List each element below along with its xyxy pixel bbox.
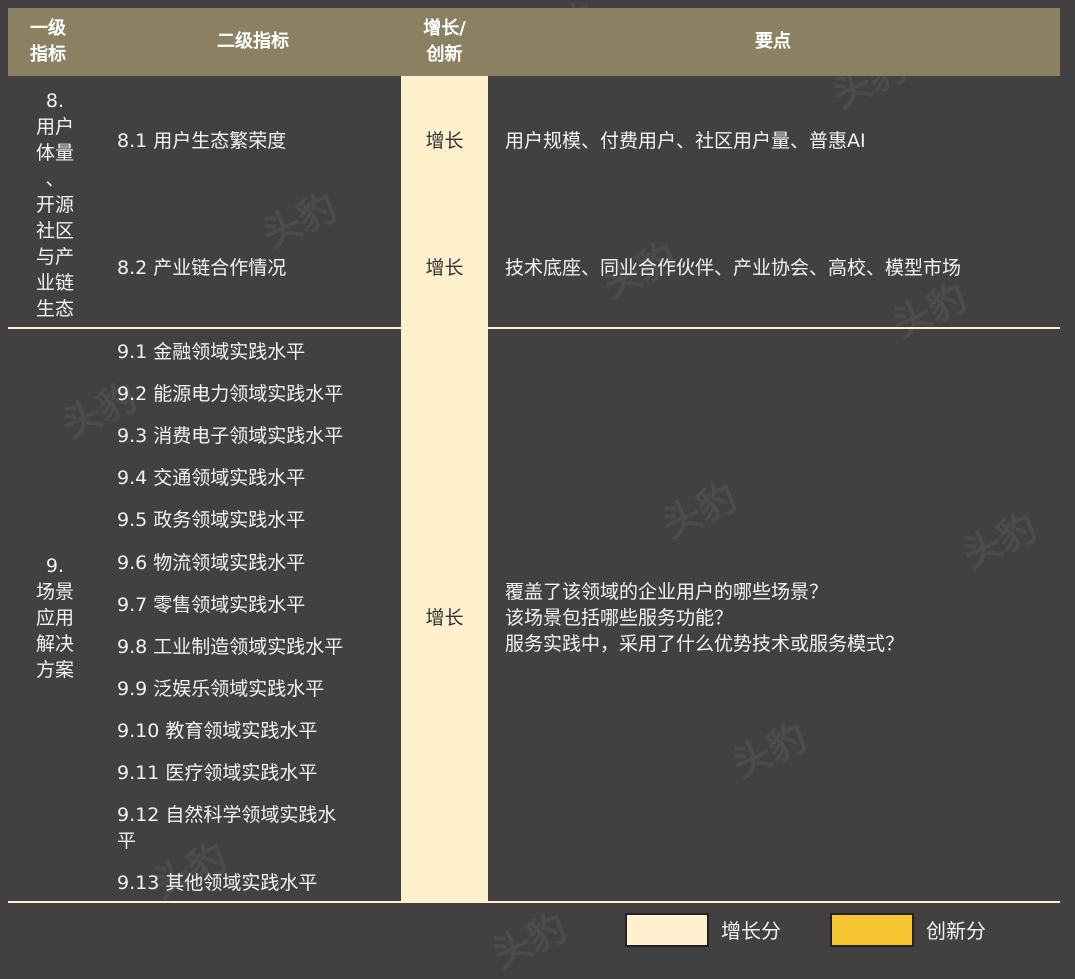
watermark-logo: 头豹 xyxy=(725,714,814,787)
type-label: 增长 xyxy=(425,607,464,629)
section-divider xyxy=(8,327,1060,329)
watermark-logo: 头豹 xyxy=(255,184,344,257)
type-label: 增长 xyxy=(425,257,464,279)
watermark-logo: 头豹 xyxy=(655,474,744,547)
watermark-logo: 头豹 xyxy=(485,904,574,977)
level2-indicator: 9.7 零售领域实践水平 xyxy=(117,594,306,616)
level1-indicator-8: 8. 用户 体量 、 开源 社区 与产 业链 生态 xyxy=(35,90,74,320)
growth-column-fill xyxy=(401,76,488,902)
legend-swatch-growth xyxy=(625,913,709,947)
header-type: 增长/ 创新 xyxy=(423,18,466,65)
section-divider xyxy=(8,901,1060,903)
type-label: 增长 xyxy=(425,130,464,152)
level2-indicator: 9.11 医疗领域实践水平 xyxy=(117,762,318,784)
level2-indicator: 9.6 物流领域实践水平 xyxy=(117,552,306,574)
level2-indicator: 9.5 政务领域实践水平 xyxy=(117,509,306,531)
header-level2: 二级指标 xyxy=(217,31,289,52)
level2-indicator: 9.13 其他领域实践水平 xyxy=(117,872,318,894)
level2-indicator: 8.1 用户生态繁荣度 xyxy=(117,130,287,152)
legend-swatch-innovation xyxy=(830,913,914,947)
level2-indicator: 9.10 教育领域实践水平 xyxy=(117,720,318,742)
level2-indicator: 9.2 能源电力领域实践水平 xyxy=(117,383,344,405)
level2-indicator: 8.2 产业链合作情况 xyxy=(117,257,287,279)
legend-label-growth: 增长分 xyxy=(721,919,781,943)
level2-indicator: 9.1 金融领域实践水平 xyxy=(117,341,306,363)
header-notes: 要点 xyxy=(755,31,791,52)
level2-indicator: 9.12 自然科学领域实践水 平 xyxy=(117,804,337,852)
key-points: 覆盖了该领域的企业用户的哪些场景？ 该场景包括哪些服务功能？ 服务实践中，采用了… xyxy=(505,581,905,655)
level2-indicator: 9.8 工业制造领域实践水平 xyxy=(117,636,344,658)
level2-indicator: 9.4 交通领域实践水平 xyxy=(117,467,306,489)
key-points: 用户规模、付费用户、社区用户量、普惠AI xyxy=(505,130,866,152)
legend-label-innovation: 创新分 xyxy=(926,919,986,943)
level2-indicator: 9.9 泛娱乐领域实践水平 xyxy=(117,678,325,700)
level1-indicator-9: 9. 场景 应用 解决 方案 xyxy=(35,555,74,681)
watermark-logo: 头豹 xyxy=(955,504,1044,577)
key-points: 技术底座、同业合作伙伴、产业协会、高校、模型市场 xyxy=(505,257,962,279)
table-header: 一级 指标 二级指标 增长/ 创新 要点 xyxy=(8,8,1060,76)
level2-indicator: 9.3 消费电子领域实践水平 xyxy=(117,425,344,447)
header-level1: 一级 指标 xyxy=(30,18,66,65)
